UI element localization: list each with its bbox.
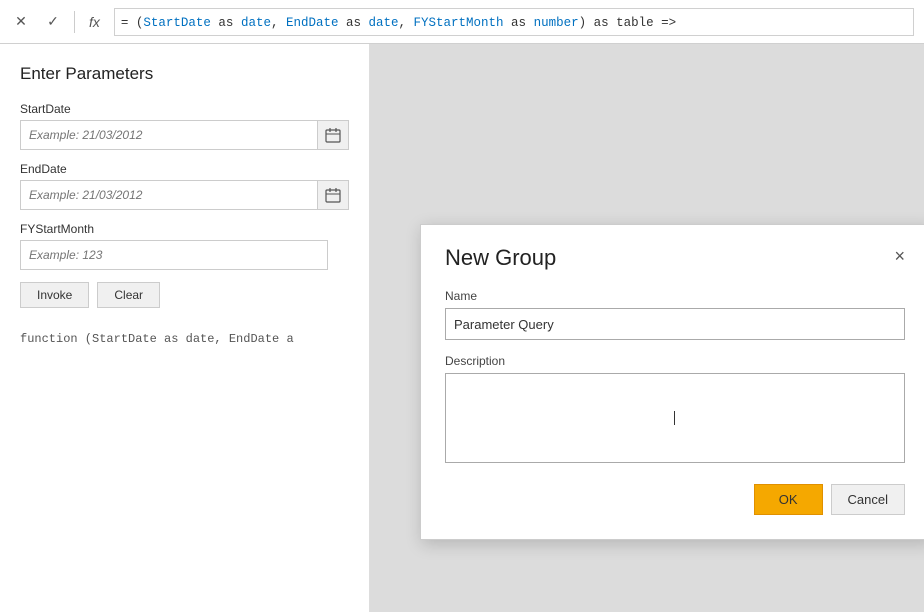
dialog-close-button[interactable]: × (894, 247, 905, 265)
panel-title: Enter Parameters (20, 64, 349, 84)
fx-label: fx (85, 14, 104, 30)
enddate-label: EndDate (20, 162, 349, 176)
fystartmonth-input[interactable] (20, 240, 328, 270)
close-icon[interactable]: ✕ (10, 11, 32, 33)
dialog-header: New Group × (445, 245, 905, 271)
description-field-label: Description (445, 354, 905, 368)
description-input[interactable] (445, 373, 905, 463)
dialog-footer: OK Cancel (445, 484, 905, 515)
ok-button[interactable]: OK (754, 484, 823, 515)
function-text: function (StartDate as date, EndDate a (20, 332, 349, 346)
enddate-row (20, 180, 349, 210)
fystartmonth-label: FYStartMonth (20, 222, 349, 236)
main-area: Enter Parameters StartDate EndDate (0, 44, 924, 612)
startdate-input[interactable] (20, 120, 318, 150)
name-input[interactable] (445, 308, 905, 340)
check-icon[interactable]: ✓ (42, 11, 64, 33)
startdate-group: StartDate (20, 102, 349, 150)
left-panel: Enter Parameters StartDate EndDate (0, 44, 370, 612)
clear-button[interactable]: Clear (97, 282, 160, 308)
calendar-icon (325, 127, 341, 143)
cancel-button[interactable]: Cancel (831, 484, 905, 515)
enddate-calendar-button[interactable] (318, 180, 349, 210)
enddate-input[interactable] (20, 180, 318, 210)
dialog-title: New Group (445, 245, 556, 271)
toolbar: ✕ ✓ fx = (StartDate as date, EndDate as … (0, 0, 924, 44)
description-container (445, 373, 905, 466)
right-area: New Group × Name Description OK Cancel (370, 44, 924, 612)
fystartmonth-row (20, 240, 349, 270)
startdate-calendar-button[interactable] (318, 120, 349, 150)
function-text-content: function (StartDate as date, EndDate a (20, 332, 294, 346)
name-field-label: Name (445, 289, 905, 303)
fystartmonth-group: FYStartMonth (20, 222, 349, 270)
startdate-row (20, 120, 349, 150)
startdate-label: StartDate (20, 102, 349, 116)
formula-bar: = (StartDate as date, EndDate as date, F… (114, 8, 914, 36)
text-cursor (674, 411, 675, 425)
invoke-button[interactable]: Invoke (20, 282, 89, 308)
toolbar-divider (74, 11, 75, 33)
calendar-icon-2 (325, 187, 341, 203)
new-group-dialog: New Group × Name Description OK Cancel (420, 224, 924, 540)
action-buttons: Invoke Clear (20, 282, 349, 308)
enddate-group: EndDate (20, 162, 349, 210)
